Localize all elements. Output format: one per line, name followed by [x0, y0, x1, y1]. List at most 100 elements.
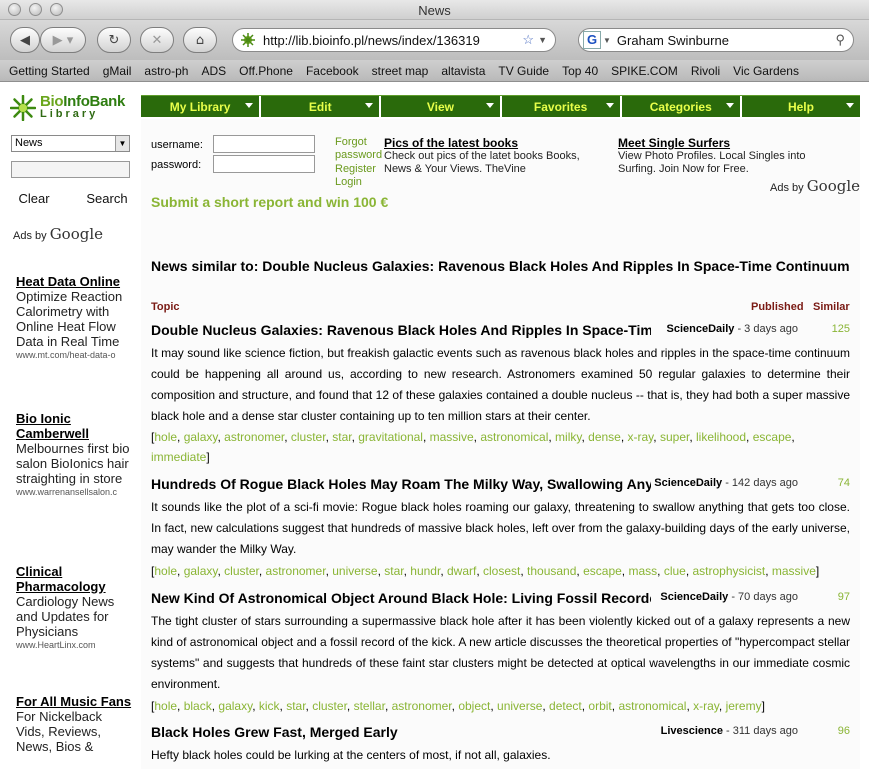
google-search-engine-icon[interactable]: G	[583, 31, 601, 49]
forgot-password-link[interactable]: Forgot	[335, 136, 367, 148]
tag-link[interactable]: star	[286, 699, 305, 713]
tag-link[interactable]: astronomical	[480, 430, 548, 444]
tag-link[interactable]: super	[660, 430, 689, 444]
tag-link[interactable]: astronomer	[224, 430, 284, 444]
tag-link[interactable]: orbit	[588, 699, 611, 713]
tag-link[interactable]: galaxy	[184, 564, 218, 578]
menu-edit[interactable]: Edit	[261, 96, 382, 117]
sidebar-ad-title[interactable]: Clinical Pharmacology	[16, 564, 132, 594]
select-arrow-icon[interactable]: ▼	[115, 136, 129, 151]
news-item-similar-score[interactable]: 97	[838, 591, 850, 603]
column-header-published[interactable]: Published	[751, 301, 804, 313]
tag-link[interactable]: jeremy	[726, 699, 762, 713]
tag-link[interactable]: likelihood	[696, 430, 746, 444]
tag-link[interactable]: escape	[583, 564, 622, 578]
tag-link[interactable]: astrophysicist	[693, 564, 766, 578]
sidebar-ad-url[interactable]: www.mt.com/heat-data-o	[16, 350, 132, 360]
tag-link[interactable]: black	[184, 699, 212, 713]
tag-link[interactable]: mass	[628, 564, 657, 578]
top-ad-title[interactable]: Meet Single Surfers	[618, 136, 818, 150]
bookmark-gmail[interactable]: gMail	[103, 64, 132, 78]
bookmark-star-icon[interactable]: ☆	[522, 32, 534, 48]
bookmark-vic-gardens[interactable]: Vic Gardens	[733, 64, 799, 78]
tag-link[interactable]: astronomer	[266, 564, 326, 578]
tag-link[interactable]: dense	[588, 430, 621, 444]
menu-my-library[interactable]: My Library	[141, 96, 262, 117]
tag-link[interactable]: gravitational	[358, 430, 423, 444]
sidebar-ad-title[interactable]: Bio Ionic Camberwell	[16, 411, 132, 441]
tag-link[interactable]: galaxy	[218, 699, 252, 713]
tag-link[interactable]: detect	[549, 699, 582, 713]
news-item-source[interactable]: ScienceDaily	[667, 323, 735, 335]
news-item-similar-score[interactable]: 74	[838, 477, 850, 489]
tag-link[interactable]: universe	[497, 699, 542, 713]
bookmark-tv-guide[interactable]: TV Guide	[498, 64, 549, 78]
address-bar[interactable]: http://lib.bioinfo.pl/news/index/136319 …	[232, 28, 556, 52]
url-text[interactable]: http://lib.bioinfo.pl/news/index/136319	[263, 33, 522, 48]
bookmark-street-map[interactable]: street map	[372, 64, 429, 78]
tag-link[interactable]: clue	[664, 564, 686, 578]
bookmark-rivoli[interactable]: Rivoli	[691, 64, 720, 78]
tag-link[interactable]: galaxy	[184, 430, 218, 444]
tag-link[interactable]: cluster	[291, 430, 326, 444]
tag-link[interactable]: object	[458, 699, 490, 713]
bookmark-getting-started[interactable]: Getting Started	[9, 64, 90, 78]
tag-link[interactable]: star	[332, 430, 351, 444]
bookmark-facebook[interactable]: Facebook	[306, 64, 359, 78]
news-item-title[interactable]: New Kind Of Astronomical Object Around B…	[151, 590, 651, 606]
menu-categories[interactable]: Categories	[622, 96, 742, 117]
news-item-title[interactable]: Double Nucleus Galaxies: Ravenous Black …	[151, 322, 651, 338]
login-link[interactable]: Login	[335, 176, 362, 188]
news-item-title[interactable]: Hundreds Of Rogue Black Holes May Roam T…	[151, 476, 651, 492]
tag-link[interactable]: stellar	[354, 699, 385, 713]
forward-button[interactable]: ▶ ▾	[40, 27, 86, 53]
sidebar-search-input[interactable]	[11, 161, 130, 178]
username-input[interactable]	[213, 135, 315, 153]
bookmark-altavista[interactable]: altavista	[441, 64, 485, 78]
sidebar-ad-title[interactable]: Heat Data Online	[16, 274, 132, 289]
tag-link[interactable]: massive	[772, 564, 816, 578]
sidebar-ad-url[interactable]: www.HeartLinx.com	[16, 640, 132, 650]
menu-help[interactable]: Help	[742, 96, 860, 117]
search-query[interactable]: Graham Swinburne	[617, 33, 836, 48]
bookmark-astro-ph[interactable]: astro-ph	[144, 64, 188, 78]
tag-link[interactable]: astronomer	[392, 699, 452, 713]
category-select[interactable]: News ▼	[11, 135, 130, 152]
bookmark-top-40[interactable]: Top 40	[562, 64, 598, 78]
bookmark-ads[interactable]: ADS	[201, 64, 226, 78]
tag-link[interactable]: hole	[154, 699, 177, 713]
column-header-similar[interactable]: Similar	[813, 301, 850, 313]
tag-link[interactable]: massive	[430, 430, 474, 444]
tag-link[interactable]: x-ray	[628, 430, 654, 444]
news-item-similar-score[interactable]: 125	[832, 323, 850, 335]
sidebar-ad-title[interactable]: For All Music Fans	[16, 694, 132, 709]
news-item-similar-score[interactable]: 96	[838, 725, 850, 737]
menu-view[interactable]: View	[381, 96, 502, 117]
tag-link[interactable]: hole	[154, 430, 177, 444]
tag-link[interactable]: dwarf	[447, 564, 476, 578]
tag-link[interactable]: astronomical	[618, 699, 686, 713]
tag-link[interactable]: hundr	[410, 564, 440, 578]
news-item-source[interactable]: Livescience	[661, 725, 723, 737]
tag-link[interactable]: star	[384, 564, 403, 578]
tag-link[interactable]: cluster	[312, 699, 347, 713]
bookmark-spike[interactable]: SPIKE.COM	[611, 64, 678, 78]
news-item-title[interactable]: Black Holes Grew Fast, Merged Early	[151, 724, 651, 740]
back-button[interactable]: ◀	[10, 27, 40, 53]
tag-link[interactable]: immediate	[151, 450, 206, 464]
forgot-password-link-2[interactable]: password	[335, 149, 382, 161]
tag-link[interactable]: thousand	[527, 564, 576, 578]
reload-button[interactable]: ↻	[97, 27, 131, 53]
search-engine-dropdown-icon[interactable]: ▼	[603, 36, 611, 45]
url-dropdown-icon[interactable]: ▼	[538, 35, 547, 45]
tag-link[interactable]: x-ray	[693, 699, 719, 713]
bioinfobank-logo[interactable]: BioInfoBank Library	[10, 93, 140, 127]
sidebar-ad-url[interactable]: www.warrenansellsalon.c	[16, 487, 132, 497]
column-header-topic[interactable]: Topic	[151, 301, 180, 313]
home-button[interactable]: ⌂	[183, 27, 217, 53]
news-item-source[interactable]: ScienceDaily	[654, 477, 722, 489]
tag-link[interactable]: hole	[154, 564, 177, 578]
top-ad-title[interactable]: Pics of the latest books	[384, 136, 604, 150]
clear-button[interactable]: Clear	[12, 188, 56, 208]
tag-link[interactable]: milky	[555, 430, 581, 444]
